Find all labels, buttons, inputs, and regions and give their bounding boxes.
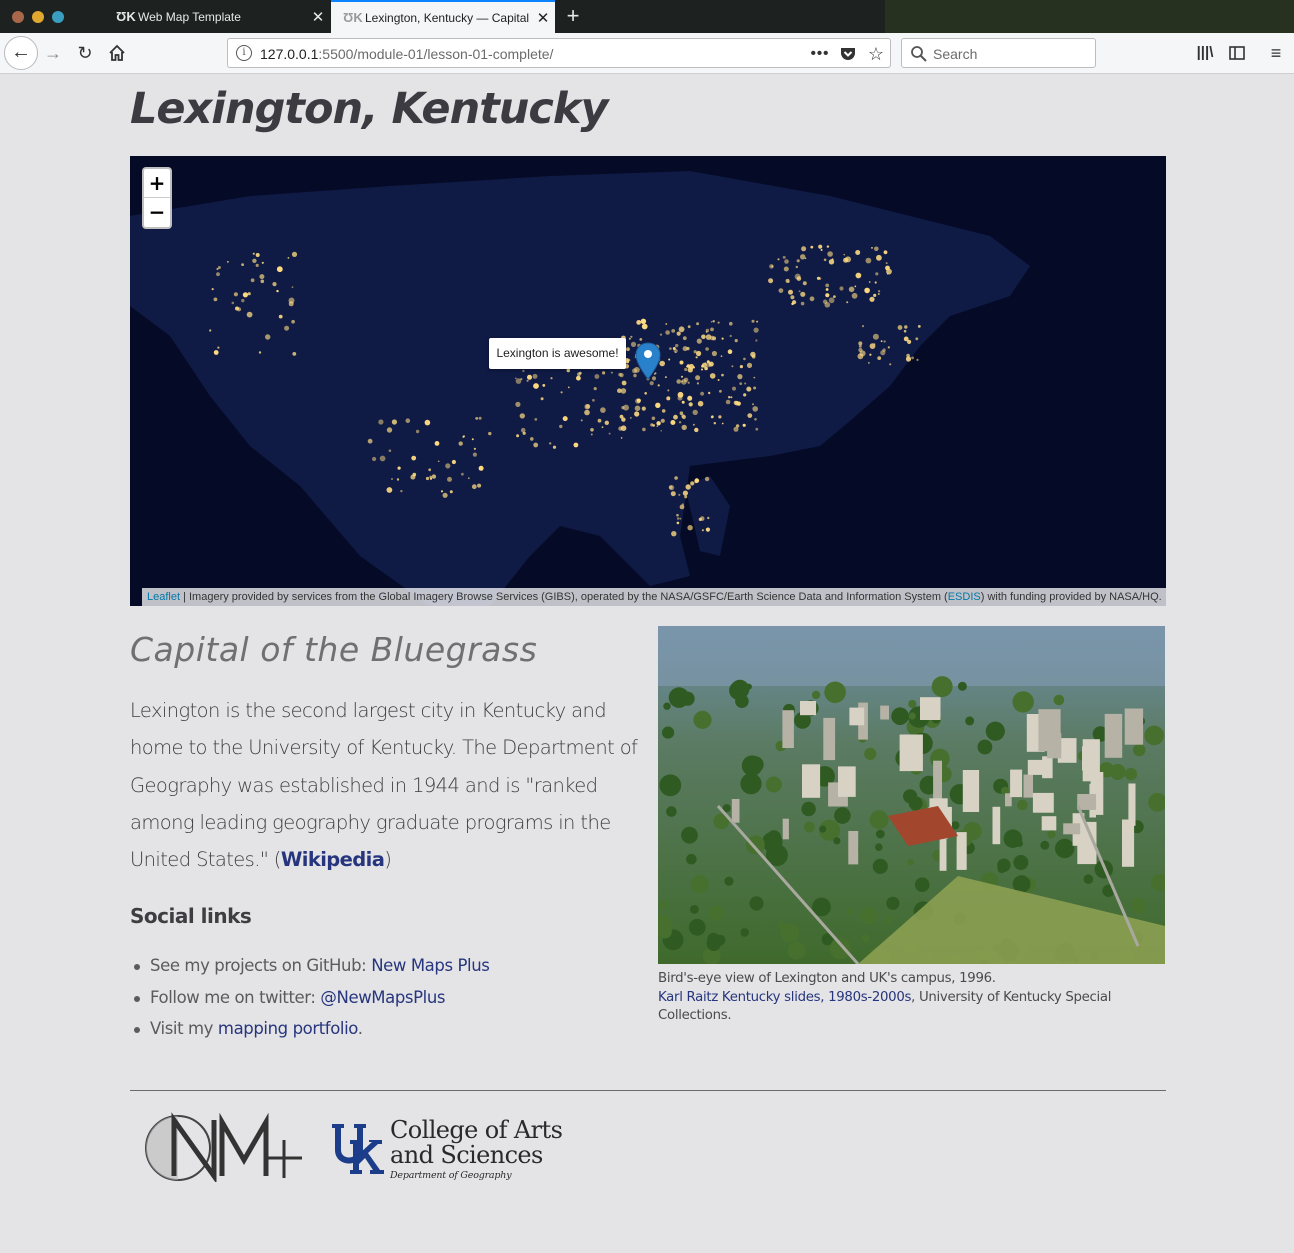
zoom-out-button[interactable]: − bbox=[144, 198, 170, 227]
uk-favicon-icon: ƱK bbox=[343, 9, 363, 25]
social-links-list: See my projects on GitHub: New Maps Plus… bbox=[130, 950, 490, 1045]
pocket-icon[interactable] bbox=[837, 43, 859, 65]
window-zoom-button[interactable] bbox=[52, 11, 64, 23]
search-input[interactable] bbox=[933, 44, 1088, 64]
karl-raitz-link[interactable]: Karl Raitz Kentucky slides, 1980s-2000s bbox=[658, 990, 911, 1005]
new-tab-icon[interactable]: + bbox=[560, 3, 586, 29]
wikipedia-link[interactable]: Wikipedia bbox=[281, 848, 385, 871]
search-icon bbox=[911, 46, 927, 62]
department-name: Department of Geography bbox=[390, 1170, 512, 1181]
uk-logo-icon bbox=[332, 1124, 384, 1174]
home-icon[interactable] bbox=[102, 37, 132, 69]
page-title: Lexington, Kentucky bbox=[130, 84, 608, 134]
tab-title: Web Map Template bbox=[138, 9, 241, 24]
url-text: 127.0.0.1:5500/module-01/lesson-01-compl… bbox=[260, 46, 554, 62]
section-subtitle: Capital of the Bluegrass bbox=[130, 630, 538, 669]
tab-web-map-template[interactable]: ƱK Web Map Template ✕ bbox=[104, 0, 330, 33]
window-minimize-button[interactable] bbox=[32, 11, 44, 23]
aerial-photo-lexington bbox=[658, 626, 1165, 964]
list-item: Follow me on twitter: @NewMapsPlus bbox=[130, 982, 490, 1014]
forward-arrow-icon[interactable]: → bbox=[38, 37, 68, 69]
tab-bar-background bbox=[885, 0, 1294, 33]
social-links-heading: Social links bbox=[130, 904, 252, 928]
close-tab-icon[interactable]: ✕ bbox=[306, 8, 330, 26]
close-tab-icon[interactable]: ✕ bbox=[531, 9, 555, 27]
college-name: College of Arts and Sciences bbox=[390, 1116, 563, 1169]
star-icon[interactable]: ☆ bbox=[865, 43, 887, 65]
info-icon[interactable]: i bbox=[236, 45, 252, 61]
map-marker-icon[interactable] bbox=[635, 342, 661, 380]
uk-favicon-icon: ƱK bbox=[116, 8, 136, 24]
more-icon[interactable]: ••• bbox=[809, 43, 831, 65]
library-icon[interactable]: |||\ bbox=[1190, 37, 1220, 69]
zoom-control: + − bbox=[142, 167, 172, 229]
sidebar-icon[interactable] bbox=[1222, 37, 1252, 69]
list-item: See my projects on GitHub: New Maps Plus bbox=[130, 950, 490, 982]
footer-divider bbox=[130, 1090, 1166, 1091]
web-map[interactable]: + − Lexington is awesome! Leaflet | Imag… bbox=[130, 156, 1166, 606]
map-attribution: Leaflet | Imagery provided by services f… bbox=[142, 588, 1166, 606]
new-maps-plus-logo bbox=[145, 1112, 302, 1182]
window-close-button[interactable] bbox=[12, 11, 24, 23]
night-lights-map-tiles[interactable] bbox=[130, 156, 1166, 606]
reload-icon[interactable]: ↻ bbox=[70, 37, 100, 69]
back-arrow-icon[interactable]: ← bbox=[4, 36, 38, 70]
github-link[interactable]: New Maps Plus bbox=[371, 956, 490, 975]
leaflet-link[interactable]: Leaflet bbox=[147, 591, 180, 603]
photo-caption: Bird's-eye view of Lexington and UK's ca… bbox=[658, 971, 1112, 1023]
esdis-link[interactable]: ESDIS bbox=[948, 591, 981, 603]
marker-tooltip: Lexington is awesome! bbox=[489, 338, 626, 369]
tab-lexington[interactable]: ƱK Lexington, Kentucky — Capital of the … bbox=[331, 0, 555, 33]
zoom-in-button[interactable]: + bbox=[144, 169, 170, 198]
hamburger-menu-icon[interactable]: ≡ bbox=[1261, 37, 1291, 69]
twitter-link[interactable]: @NewMapsPlus bbox=[320, 988, 445, 1007]
portfolio-link[interactable]: mapping portfolio bbox=[218, 1019, 358, 1038]
tab-bar: ƱK Web Map Template ✕ ƱK Lexington, Kent… bbox=[0, 0, 1294, 33]
intro-paragraph: Lexington is the second largest city in … bbox=[130, 699, 638, 872]
search-box[interactable] bbox=[901, 38, 1096, 68]
navigation-toolbar: ← → ↻ i 127.0.0.1:5500/module-01/lesson-… bbox=[0, 33, 1294, 74]
url-bar[interactable]: i 127.0.0.1:5500/module-01/lesson-01-com… bbox=[227, 38, 891, 68]
list-item: Visit my mapping portfolio. bbox=[130, 1013, 490, 1045]
tab-title: Lexington, Kentucky — Capital of the Blu… bbox=[365, 10, 531, 25]
